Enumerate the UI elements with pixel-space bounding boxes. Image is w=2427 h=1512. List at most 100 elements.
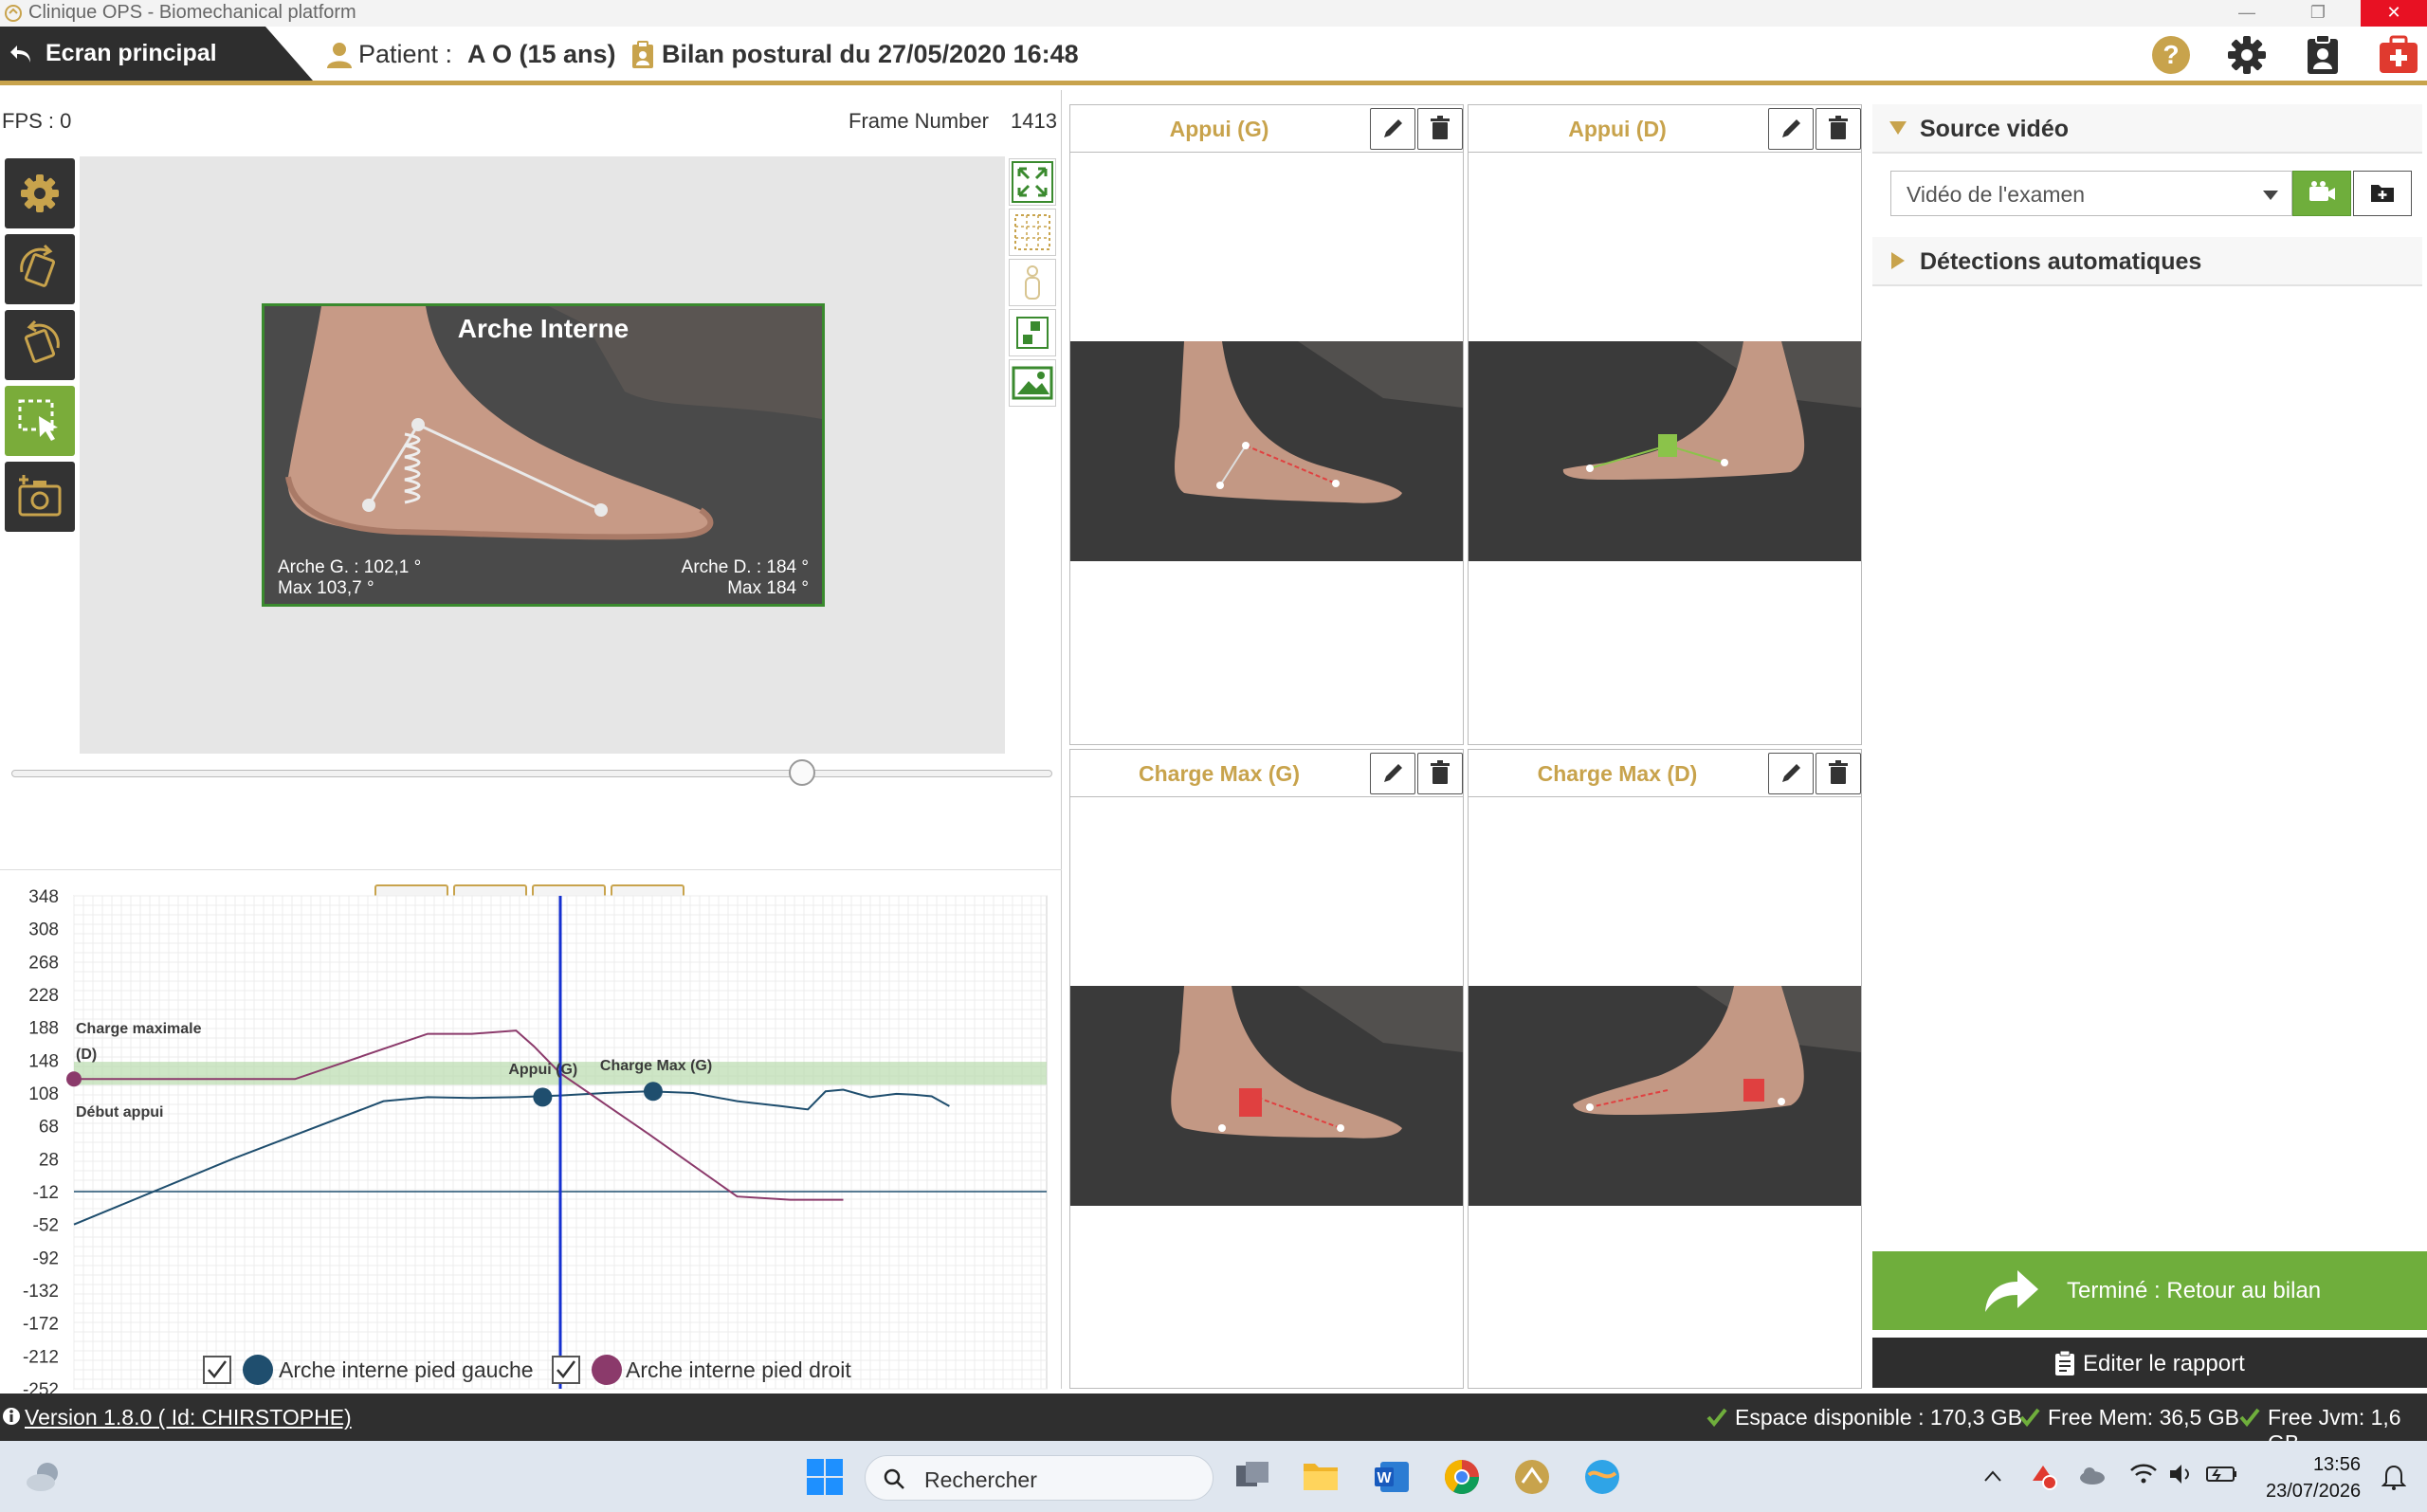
taskbar-search[interactable]: Rechercher <box>865 1455 1214 1501</box>
annotation-label: (D) <box>76 1047 97 1063</box>
settings-icon[interactable] <box>2226 34 2268 76</box>
status-bar: Version 1.8.0 ( Id: CHIRSTOPHE) Espace d… <box>0 1394 2427 1455</box>
help-icon[interactable]: ? <box>2150 34 2192 76</box>
word-icon[interactable]: W <box>1373 1458 1411 1496</box>
legend-left-swatch <box>243 1355 273 1385</box>
snapshot-button[interactable] <box>5 462 75 532</box>
legend-right-swatch <box>592 1355 622 1385</box>
capture-thumbnail[interactable] <box>1469 341 1861 561</box>
y-tick-label: -92 <box>33 1248 59 1268</box>
body-view-button[interactable] <box>1009 259 1056 306</box>
timeline-slider-track[interactable] <box>11 770 1052 777</box>
windows-start-icon[interactable] <box>806 1458 844 1496</box>
edit-button[interactable] <box>1768 108 1814 150</box>
rotate-right-icon <box>20 244 56 287</box>
camera-source-button[interactable] <box>2292 171 2351 216</box>
finish-button[interactable]: Terminé : Retour au bilan <box>1872 1251 2427 1330</box>
foot-thumbnail-image <box>1469 986 1861 1206</box>
chevron-down-icon <box>2263 191 2278 200</box>
event-marker <box>533 1087 553 1107</box>
delete-button[interactable] <box>1816 108 1861 150</box>
arch-right-max: Max 184 ° <box>727 578 809 598</box>
selection-tool-button[interactable] <box>5 386 75 456</box>
y-tick-label: -132 <box>23 1282 59 1302</box>
annotation-label: Appui (G) <box>508 1062 577 1078</box>
source-video-select[interactable]: Vidéo de l'examen <box>1890 171 2292 216</box>
battery-icon[interactable] <box>2205 1462 2239 1486</box>
y-tick-label: 268 <box>28 953 59 973</box>
patient-icon <box>327 43 352 68</box>
patient-file-icon[interactable] <box>2302 34 2344 76</box>
app-notification-icon[interactable] <box>2029 1462 2057 1490</box>
edit-button[interactable] <box>1370 108 1415 150</box>
legend-right-label: Arche interne pied droit <box>626 1357 851 1382</box>
back-arrow-icon <box>10 46 30 63</box>
globe-app-icon[interactable] <box>1583 1458 1621 1496</box>
version-link[interactable]: Version 1.8.0 ( Id: CHIRSTOPHE) <box>25 1405 352 1430</box>
folder-source-button[interactable] <box>2353 171 2412 216</box>
home-button[interactable]: Ecran principal <box>0 27 313 81</box>
patient-name: A O (15 ans) <box>467 40 616 68</box>
trash-icon <box>1829 760 1848 784</box>
timeline-slider-thumb[interactable] <box>789 759 816 786</box>
onedrive-icon[interactable] <box>2078 1464 2107 1486</box>
edit-button[interactable] <box>1768 753 1814 794</box>
capture-thumbnail[interactable] <box>1070 341 1463 561</box>
y-tick-label: -212 <box>23 1347 59 1367</box>
chrome-icon[interactable] <box>1443 1458 1481 1496</box>
edit-button[interactable] <box>1370 753 1415 794</box>
wifi-icon[interactable] <box>2129 1462 2158 1486</box>
legend-right-checkbox[interactable] <box>552 1356 580 1384</box>
grid-icon <box>1014 214 1050 250</box>
caret-down-icon <box>1889 121 1907 135</box>
player-panel: FPS : 0 Frame Number 1413 Arche Interne <box>0 90 1062 1424</box>
delete-button[interactable] <box>1816 753 1861 794</box>
auto-detection-header[interactable]: Détections automatiques <box>1872 237 2422 286</box>
foot-thumbnail-image <box>1070 341 1463 561</box>
delete-button[interactable] <box>1417 753 1463 794</box>
fullscreen-button[interactable] <box>1009 158 1056 206</box>
edit-report-button[interactable]: Editer le rapport <box>1872 1338 2427 1388</box>
gear-icon <box>21 174 59 212</box>
volume-icon[interactable] <box>2167 1462 2196 1486</box>
source-video-header[interactable]: Source vidéo <box>1872 104 2422 154</box>
video-frame[interactable]: Arche Interne Arche G. : 102,1 ° Max 103… <box>262 303 825 607</box>
legend-left-checkbox[interactable] <box>203 1356 231 1384</box>
legend-left-label: Arche interne pied gauche <box>279 1357 534 1382</box>
rotate-right-button[interactable] <box>5 234 75 304</box>
rotate-left-button[interactable] <box>5 310 75 380</box>
y-tick-label: 308 <box>28 920 59 940</box>
player-settings-button[interactable] <box>5 158 75 228</box>
weather-icon[interactable] <box>25 1458 63 1496</box>
pencil-icon <box>1782 119 1800 137</box>
checkmark-icon <box>557 1360 575 1378</box>
file-explorer-icon[interactable] <box>1302 1458 1340 1494</box>
restore-icon[interactable]: ❐ <box>2285 0 2351 27</box>
report-clipboard-icon <box>2055 1351 2074 1375</box>
capture-thumbnail[interactable] <box>1070 986 1463 1206</box>
delete-button[interactable] <box>1417 108 1463 150</box>
auto-detection-title: Détections automatiques <box>1920 248 2202 275</box>
minimize-icon[interactable]: — <box>2214 0 2280 27</box>
expand-icon <box>1012 161 1053 203</box>
check-icon <box>2239 1408 2260 1427</box>
arch-chart[interactable]: 348 308 268 228 188 148 108 68 28 -12 -52 -92 -132 -1… <box>0 884 1062 1434</box>
capture-thumbnail[interactable] <box>1469 986 1861 1206</box>
markers-icon <box>1016 317 1049 349</box>
image-button[interactable] <box>1009 359 1056 407</box>
window-title: Clinique OPS - Biomechanical platform <box>28 2 356 23</box>
notification-bell-icon[interactable] <box>2381 1464 2406 1490</box>
y-tick-label: -12 <box>33 1183 59 1203</box>
event-marker <box>66 1071 82 1087</box>
capture-cell-appui-d: Appui (D) <box>1468 104 1862 745</box>
close-icon[interactable]: ✕ <box>2361 0 2427 27</box>
markers-button[interactable] <box>1009 309 1056 356</box>
tray-overflow-icon[interactable] <box>1983 1469 2002 1483</box>
grid-toggle-button[interactable] <box>1009 209 1056 256</box>
taskbar: Rechercher W 13:56 23/07/2026 <box>0 1441 2427 1512</box>
clipboard-icon <box>632 41 653 68</box>
clinic-app-icon[interactable] <box>1513 1458 1551 1496</box>
task-view-icon[interactable] <box>1234 1460 1270 1494</box>
first-aid-icon[interactable] <box>2378 34 2419 76</box>
source-video-title: Source vidéo <box>1920 116 2069 142</box>
